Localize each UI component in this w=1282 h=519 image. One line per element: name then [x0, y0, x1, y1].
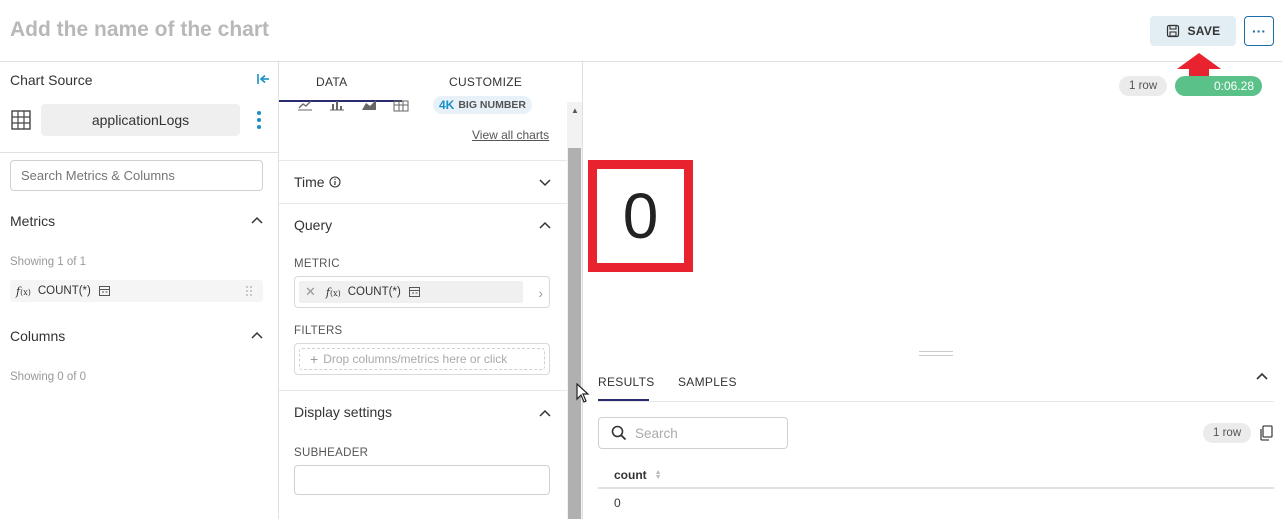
info-icon[interactable]: [329, 176, 341, 188]
filters-dropzone[interactable]: + Drop columns/metrics here or click: [294, 343, 550, 375]
metrics-section-header[interactable]: Metrics: [10, 213, 55, 229]
tab-samples[interactable]: SAMPLES: [678, 375, 737, 389]
metric-pill-label: COUNT(*): [347, 286, 401, 298]
big-number-value: 0: [588, 160, 693, 272]
metrics-count: Showing 1 of 1: [10, 256, 87, 268]
search-icon: [611, 425, 627, 441]
area-chart-icon[interactable]: [361, 98, 377, 112]
column-header-label: count: [614, 468, 647, 482]
results-search-input[interactable]: Search: [598, 417, 788, 449]
viz-type-icons: [297, 98, 409, 112]
divider: [279, 203, 567, 204]
table-column-header[interactable]: count ▲ ▼: [614, 468, 662, 482]
metric-label: METRIC: [294, 258, 340, 270]
chart-source-label: Chart Source: [10, 72, 93, 88]
big-number-badge-label: BIG NUMBER: [458, 99, 527, 111]
display-settings-header[interactable]: Display settings: [294, 404, 392, 420]
row-count-badge: 1 row: [1119, 76, 1168, 96]
sort-icon[interactable]: ▲ ▼: [655, 469, 662, 481]
metric-pill[interactable]: ✕ f(x) COUNT(*): [299, 281, 523, 303]
chevron-up-icon[interactable]: [1256, 372, 1268, 380]
save-button[interactable]: SAVE: [1150, 16, 1236, 46]
table-header-divider: [598, 487, 1274, 489]
calculator-icon: [408, 287, 420, 297]
divider: [279, 390, 567, 391]
mouse-cursor-icon: [576, 383, 590, 403]
scroll-up-arrow-icon[interactable]: ▲: [571, 106, 579, 115]
datasource-menu-icon[interactable]: [255, 110, 263, 130]
control-panel: DATA CUSTOMIZE 4K BIG NUMBER View all ch…: [279, 62, 583, 519]
chart-header: Add the name of the chart SAVE ···: [0, 0, 1282, 62]
columns-section-header[interactable]: Columns: [10, 328, 65, 344]
tab-results[interactable]: RESULTS: [598, 375, 655, 389]
remove-metric-icon[interactable]: ✕: [305, 284, 316, 300]
table-cell: 0: [614, 496, 621, 510]
metric-selector[interactable]: ✕ f(x) COUNT(*) ›: [294, 276, 550, 308]
results-row-count-badge: 1 row: [1203, 423, 1252, 443]
function-icon: f(x): [16, 284, 31, 298]
tab-customize[interactable]: CUSTOMIZE: [449, 75, 522, 89]
subheader-label: SUBHEADER: [294, 447, 369, 459]
datasource-name[interactable]: applicationLogs: [41, 104, 240, 136]
scrollbar-thumb[interactable]: [568, 148, 581, 519]
line-chart-icon[interactable]: [297, 98, 313, 112]
elapsed-time-badge: 0:06.28: [1175, 76, 1262, 96]
chart-title-input[interactable]: Add the name of the chart: [10, 18, 269, 42]
chevron-down-icon[interactable]: [539, 179, 551, 187]
collapse-panel-icon[interactable]: [256, 72, 270, 86]
divider: [598, 401, 1274, 402]
more-actions-button[interactable]: ···: [1244, 16, 1274, 46]
chart-preview-panel: 1 row 0:06.28 0 RESULTS SAMPLES Search 1…: [584, 62, 1282, 519]
resize-handle[interactable]: [919, 351, 953, 356]
divider: [279, 160, 567, 161]
chevron-up-icon[interactable]: [251, 331, 263, 339]
datasource-panel: Chart Source applicationLogs Metrics Sho…: [0, 62, 279, 519]
save-button-label: SAVE: [1187, 24, 1221, 38]
chevron-up-icon[interactable]: [251, 216, 263, 224]
table-chart-icon[interactable]: [393, 98, 409, 112]
drag-handle-icon[interactable]: [245, 285, 253, 297]
time-section-label: Time: [294, 174, 325, 190]
save-icon: [1166, 24, 1179, 38]
results-search-placeholder: Search: [635, 425, 678, 441]
chevron-up-icon[interactable]: [539, 409, 551, 417]
table-grid-icon: [11, 110, 31, 130]
plus-icon: +: [310, 351, 319, 367]
calculator-icon: [98, 286, 110, 296]
metric-list-item[interactable]: f(x) COUNT(*): [10, 280, 263, 302]
big-number-prefix: 4K: [439, 98, 455, 112]
function-icon: f(x): [325, 285, 341, 299]
filters-drop-area[interactable]: + Drop columns/metrics here or click: [299, 348, 545, 370]
metric-item-label: COUNT(*): [37, 285, 91, 297]
query-section-header[interactable]: Query: [294, 217, 332, 233]
copy-icon[interactable]: [1259, 425, 1273, 441]
chevron-up-icon[interactable]: [539, 221, 551, 229]
big-number-viz-badge[interactable]: 4K BIG NUMBER: [433, 96, 533, 114]
divider: [0, 152, 278, 153]
subheader-input[interactable]: [294, 465, 550, 495]
bar-chart-icon[interactable]: [329, 98, 345, 112]
chevron-right-icon[interactable]: ›: [538, 285, 543, 301]
tab-data[interactable]: DATA: [316, 75, 347, 89]
filters-placeholder: Drop columns/metrics here or click: [323, 352, 508, 366]
filters-label: FILTERS: [294, 325, 343, 337]
columns-count: Showing 0 of 0: [10, 371, 87, 383]
search-metrics-input[interactable]: [10, 160, 263, 191]
time-section-header[interactable]: Time: [294, 174, 341, 190]
view-all-charts-link[interactable]: View all charts: [472, 128, 549, 142]
